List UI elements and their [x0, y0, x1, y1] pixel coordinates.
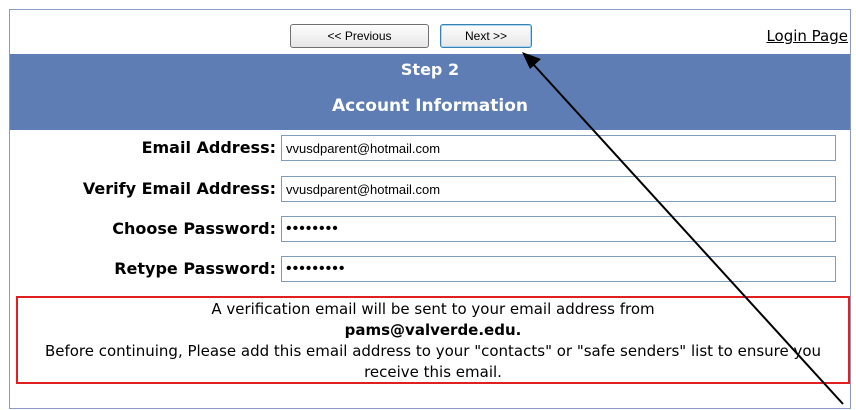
- step-header: Step 2 Account Information: [10, 54, 850, 130]
- retype-password-label: Retype Password:: [114, 259, 276, 278]
- password-row: Choose Password:: [10, 213, 850, 245]
- registration-panel: << Previous Next >> Login Page Step 2 Ac…: [9, 9, 851, 409]
- verify-email-row: Verify Email Address:: [10, 173, 850, 205]
- retype-password-row: Retype Password:: [10, 253, 850, 285]
- email-label: Email Address:: [141, 138, 276, 157]
- password-label: Choose Password:: [112, 219, 276, 238]
- verification-notice: A verification email will be sent to you…: [16, 296, 850, 384]
- email-row: Email Address:: [10, 132, 850, 164]
- next-button[interactable]: Next >>: [440, 24, 532, 48]
- notice-sender-email: pams@valverde.edu: [344, 321, 516, 339]
- verify-email-label: Verify Email Address:: [82, 179, 276, 198]
- retype-password-field[interactable]: [281, 256, 836, 282]
- verify-email-field[interactable]: [281, 176, 836, 202]
- previous-button[interactable]: << Previous: [290, 24, 429, 48]
- email-field[interactable]: [281, 135, 836, 161]
- notice-line-1: A verification email will be sent to you…: [211, 300, 655, 318]
- section-title: Account Information: [331, 96, 529, 116]
- password-field[interactable]: [281, 216, 836, 242]
- login-page-link[interactable]: Login Page: [766, 27, 848, 45]
- notice-line-2: Before continuing, Please add this email…: [44, 342, 822, 381]
- step-number: Step 2: [400, 60, 460, 79]
- navigation-bar: << Previous Next >> Login Page: [10, 10, 850, 54]
